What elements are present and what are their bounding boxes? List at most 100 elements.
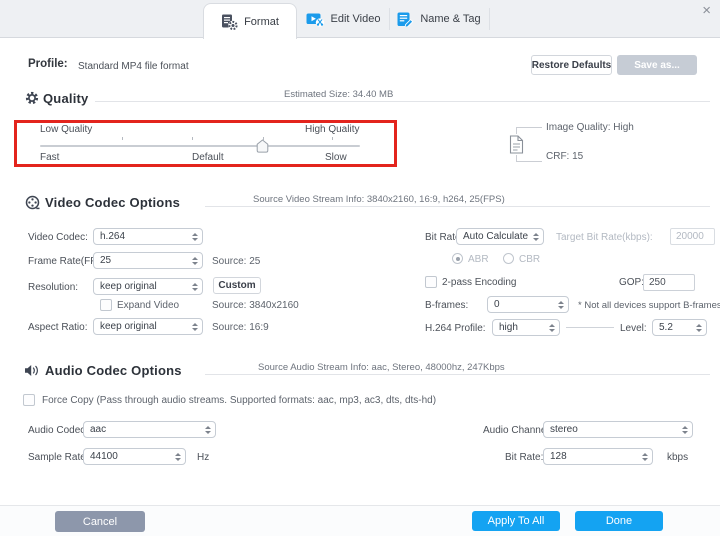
aspect-ratio-label: Aspect Ratio: bbox=[28, 322, 88, 333]
h264-profile-value: high bbox=[499, 322, 518, 333]
cbr-label: CBR bbox=[519, 254, 541, 265]
bit-rate-select[interactable]: Auto Calculate bbox=[456, 228, 544, 245]
slider-tick bbox=[332, 137, 333, 140]
apply-to-all-button[interactable]: Apply To All bbox=[472, 511, 560, 531]
sample-rate-value: 44100 bbox=[90, 451, 118, 462]
aspect-ratio-source: Source: 16:9 bbox=[212, 322, 269, 333]
divider bbox=[95, 101, 710, 102]
edit-video-icon bbox=[306, 12, 325, 27]
speaker-icon bbox=[24, 364, 40, 380]
force-copy-checkbox[interactable] bbox=[23, 394, 35, 406]
sample-rate-select[interactable]: 44100 bbox=[83, 448, 186, 465]
estimated-size-text: Estimated Size: 34.40 MB bbox=[284, 89, 394, 100]
video-codec-select[interactable]: h.264 bbox=[93, 228, 203, 245]
film-reel-icon bbox=[25, 195, 40, 213]
slider-tick bbox=[192, 137, 193, 140]
close-icon[interactable]: × bbox=[702, 2, 711, 20]
custom-button[interactable]: Custom bbox=[213, 277, 261, 294]
frame-rate-select[interactable]: 25 bbox=[93, 252, 203, 269]
sample-rate-unit: Hz bbox=[197, 452, 210, 463]
stepper-icon bbox=[533, 229, 539, 244]
audio-channel-select[interactable]: stereo bbox=[543, 421, 693, 438]
tab-bar: Format Edit Video Name & Tag × bbox=[0, 0, 720, 39]
slider-tick bbox=[122, 137, 123, 140]
tab-edit-video-label: Edit Video bbox=[330, 13, 381, 25]
audio-codec-label: Audio Codec: bbox=[28, 425, 89, 436]
audio-bit-rate-label: Bit Rate: bbox=[505, 452, 544, 463]
bit-rate-value: Auto Calculate bbox=[463, 231, 528, 242]
target-bit-rate-label: Target Bit Rate(kbps): bbox=[556, 232, 653, 243]
audio-section-title: Audio Codec Options bbox=[45, 363, 182, 378]
tab-separator bbox=[489, 8, 490, 30]
stepper-icon bbox=[192, 253, 198, 268]
fast-label: Fast bbox=[40, 152, 60, 163]
stepper-icon bbox=[549, 320, 555, 335]
sample-rate-label: Sample Rate: bbox=[28, 452, 89, 463]
stepper-icon bbox=[682, 422, 688, 437]
level-value: 5.2 bbox=[659, 322, 673, 333]
audio-codec-select[interactable]: aac bbox=[83, 421, 216, 438]
audio-codec-value: aac bbox=[90, 424, 107, 435]
abr-radio bbox=[452, 253, 463, 264]
two-pass-checkbox[interactable] bbox=[425, 276, 437, 288]
abr-label: ABR bbox=[468, 254, 489, 265]
target-bit-rate-input bbox=[670, 228, 715, 245]
force-copy-label: Force Copy (Pass through audio streams. … bbox=[42, 395, 437, 406]
tab-format[interactable]: Format bbox=[203, 3, 297, 39]
two-pass-label: 2-pass Encoding bbox=[442, 277, 517, 288]
low-quality-label: Low Quality bbox=[40, 124, 93, 135]
tab-name-tag-label: Name & Tag bbox=[420, 13, 481, 25]
stepper-icon bbox=[642, 449, 648, 464]
connector-line bbox=[516, 127, 542, 134]
restore-defaults-button[interactable]: Restore Defaults bbox=[531, 55, 612, 75]
level-label: Level: bbox=[620, 323, 647, 334]
frame-rate-value: 25 bbox=[100, 255, 112, 266]
stepper-icon bbox=[696, 320, 702, 335]
b-frames-note: * Not all devices support B-frames bbox=[578, 300, 720, 311]
gop-label: GOP: bbox=[619, 277, 645, 288]
b-frames-value: 0 bbox=[494, 299, 500, 310]
audio-bit-rate-unit: kbps bbox=[667, 452, 689, 463]
format-settings-window: Format Edit Video Name & Tag × Profile: … bbox=[0, 0, 720, 536]
tab-name-tag[interactable]: Name & Tag bbox=[389, 6, 489, 32]
resolution-source: Source: 3840x2160 bbox=[212, 300, 299, 311]
audio-channel-label: Audio Channel: bbox=[483, 425, 552, 436]
format-icon bbox=[221, 14, 238, 30]
expand-video-label: Expand Video bbox=[117, 300, 180, 311]
slow-label: Slow bbox=[325, 152, 347, 163]
high-quality-label: High Quality bbox=[305, 124, 360, 135]
gear-icon bbox=[25, 91, 39, 108]
video-codec-label: Video Codec: bbox=[28, 232, 88, 243]
cancel-button[interactable]: Cancel bbox=[55, 511, 145, 532]
profile-label: Profile: bbox=[28, 58, 68, 70]
resolution-select[interactable]: keep original bbox=[93, 278, 203, 295]
profile-value: Standard MP4 file format bbox=[78, 61, 189, 72]
divider bbox=[205, 206, 710, 207]
audio-bit-rate-select[interactable]: 128 bbox=[543, 448, 653, 465]
default-label: Default bbox=[192, 152, 224, 163]
gop-input[interactable] bbox=[643, 274, 695, 291]
b-frames-select[interactable]: 0 bbox=[487, 296, 569, 313]
save-as-button: Save as... bbox=[617, 55, 697, 75]
image-quality-text: Image Quality: High bbox=[546, 122, 634, 133]
tab-format-label: Format bbox=[244, 15, 279, 28]
resolution-label: Resolution: bbox=[28, 282, 79, 293]
quality-slider-track[interactable] bbox=[40, 145, 360, 147]
cbr-radio bbox=[503, 253, 514, 264]
expand-video-checkbox[interactable] bbox=[100, 299, 112, 311]
done-button[interactable]: Done bbox=[575, 511, 663, 531]
aspect-ratio-select[interactable]: keep original bbox=[93, 318, 203, 335]
crf-text: CRF: 15 bbox=[546, 151, 584, 162]
divider bbox=[566, 327, 614, 328]
video-source-info: Source Video Stream Info: 3840x2160, 16:… bbox=[253, 194, 505, 205]
video-section-title: Video Codec Options bbox=[45, 195, 181, 210]
level-select[interactable]: 5.2 bbox=[652, 319, 707, 336]
h264-profile-select[interactable]: high bbox=[492, 319, 560, 336]
tab-edit-video[interactable]: Edit Video bbox=[297, 6, 389, 32]
stepper-icon bbox=[175, 449, 181, 464]
quality-slider-thumb[interactable] bbox=[256, 139, 269, 156]
audio-source-info: Source Audio Stream Info: aac, Stereo, 4… bbox=[258, 362, 505, 373]
name-tag-icon bbox=[397, 12, 414, 27]
stepper-icon bbox=[205, 422, 211, 437]
quality-section-title: Quality bbox=[43, 91, 89, 106]
